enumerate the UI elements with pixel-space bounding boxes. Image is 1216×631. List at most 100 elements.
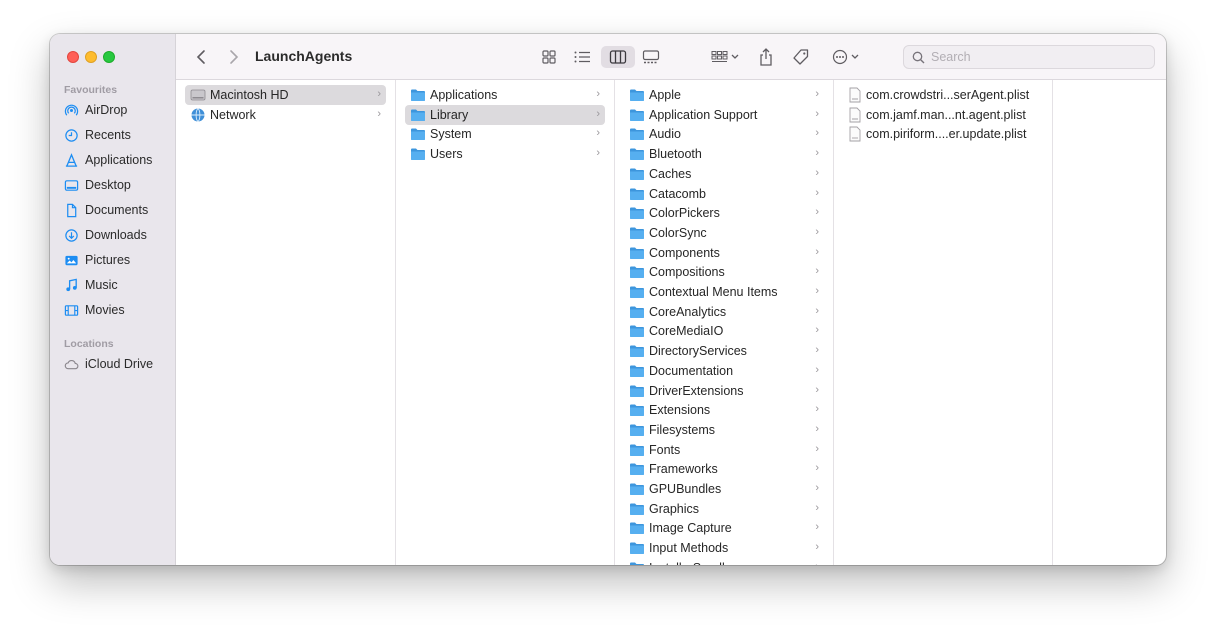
download-icon [65,228,78,242]
more-icon [832,49,859,65]
folder-item[interactable]: CoreMediaIO › [624,321,824,341]
sidebar-item-label: Documents [85,203,149,217]
hard-drive-icon [190,88,206,102]
folder-item[interactable]: Fonts › [624,440,824,460]
folder-item[interactable]: ColorSync › [624,223,824,243]
item-label: Image Capture [649,521,732,536]
sidebar-item-documents[interactable]: Documents [64,200,148,220]
folder-item[interactable]: Network › [185,105,386,125]
sidebar-item-pictures[interactable]: Pictures [64,250,130,270]
folder-icon [629,127,645,141]
item-label: Macintosh HD [210,88,289,102]
folder-item[interactable]: Application Support › [624,105,824,125]
folder-item[interactable]: Contextual Menu Items › [624,282,824,302]
folder-item[interactable]: Input Methods › [624,538,824,558]
folder-item[interactable]: Library › [405,104,605,125]
folder-item[interactable]: Applications › [405,85,605,105]
item-label: Bluetooth [649,147,702,162]
share-button[interactable] [756,46,776,68]
folder-item[interactable]: DirectoryServices › [624,341,824,361]
folder-item[interactable]: Frameworks › [624,459,824,479]
sidebar-item-icloud-drive[interactable]: iCloud Drive [64,354,153,374]
item-label: Applications [430,88,498,102]
file-item[interactable]: com.crowdstri...serAgent.plist [843,85,1043,105]
applications-icon [65,152,78,167]
sidebar-item-desktop[interactable]: Desktop [64,175,131,195]
folder-item[interactable]: InstallerSandboxes › [624,558,824,565]
folder-icon [629,206,645,220]
folder-item[interactable]: Macintosh HD › [185,85,386,105]
item-label: Apple [649,88,681,102]
folder-item[interactable]: Apple › [624,85,824,105]
folder-item[interactable]: Graphics › [624,499,824,519]
chevron-right-icon: › [815,521,819,534]
group-by-button[interactable] [708,46,742,68]
icon-view-button[interactable] [536,46,562,68]
item-label: CoreMediaIO [649,324,724,339]
folder-item[interactable]: Filesystems › [624,420,824,440]
tag-button[interactable] [790,46,812,68]
folder-item[interactable]: Documentation › [624,361,824,381]
folder-item[interactable]: Bluetooth › [624,144,824,164]
folder-icon [629,108,645,122]
sidebar-item-label: Desktop [85,178,131,192]
column-4[interactable]: com.crowdstri...serAgent.plist com.jamf.m… [834,80,1053,565]
pictures-icon [65,255,78,265]
column-3[interactable]: Apple › Application Support › Audio › Bluetoot… [615,80,834,565]
sidebar-item-airdrop[interactable]: AirDrop [64,100,127,120]
document-icon [67,203,77,217]
folder-item[interactable]: Catacomb › [624,184,824,204]
sidebar-item-label: Applications [85,153,153,167]
folder-item[interactable]: GPUBundles › [624,479,824,499]
folder-item[interactable]: Extensions › [624,400,824,420]
folder-icon [629,403,645,417]
folder-icon [629,443,645,457]
chevron-right-icon: › [815,225,819,238]
folder-item[interactable]: Caches › [624,164,824,184]
column-1[interactable]: Macintosh HD › Network › [176,80,396,565]
item-label: Graphics [649,501,700,516]
folder-item[interactable]: DriverExtensions › [624,381,824,401]
sidebar-item-movies[interactable]: Movies [64,300,125,320]
folder-item[interactable]: Compositions › [624,262,824,282]
folder-item[interactable]: Users › [405,144,605,164]
column-2[interactable]: Applications › Library › System › Users › [396,80,615,565]
item-label: DriverExtensions [649,383,744,398]
item-label: GPUBundles [649,482,722,496]
list-view-button[interactable] [568,46,596,68]
chevron-right-icon: › [377,107,381,120]
group-icon [711,51,739,62]
folder-item[interactable]: Audio › [624,124,824,144]
file-item[interactable]: com.jamf.man...nt.agent.plist [843,105,1043,125]
folder-item[interactable]: CoreAnalytics › [624,302,824,322]
share-icon [760,48,772,66]
search-field[interactable]: Search [903,45,1155,69]
folder-item[interactable]: Image Capture › [624,518,824,538]
folder-item[interactable]: Components › [624,243,824,263]
item-label: Catacomb [649,186,706,201]
sidebar-item-music[interactable]: Music [64,275,118,295]
list-view-icon [574,51,590,63]
item-label: DirectoryServices [649,344,747,359]
sidebar-item-recents[interactable]: Recents [64,125,131,145]
chevron-right-icon: › [815,482,819,494]
item-label: Filesystems [649,422,715,437]
back-button[interactable] [193,46,209,68]
folder-item[interactable]: ColorPickers › [624,203,824,223]
sidebar-item-downloads[interactable]: Downloads [64,225,147,245]
gallery-view-button[interactable] [638,46,664,68]
file-item[interactable]: com.piriform....er.update.plist [843,124,1043,144]
minimize-button[interactable] [85,51,97,63]
item-label: CoreAnalytics [649,304,727,319]
item-label: ColorSync [649,225,707,240]
column-view-button[interactable] [601,46,635,68]
sidebar-item-applications[interactable]: Applications [64,150,152,170]
folder-item[interactable]: System › [405,124,605,144]
item-label: ColorPickers [649,206,720,221]
forward-button[interactable] [226,46,242,68]
close-button[interactable] [67,51,79,63]
action-menu-button[interactable] [830,46,864,68]
zoom-button[interactable] [103,51,115,63]
chevron-right-icon: › [815,442,819,455]
sidebar-item-label: Downloads [85,228,147,242]
